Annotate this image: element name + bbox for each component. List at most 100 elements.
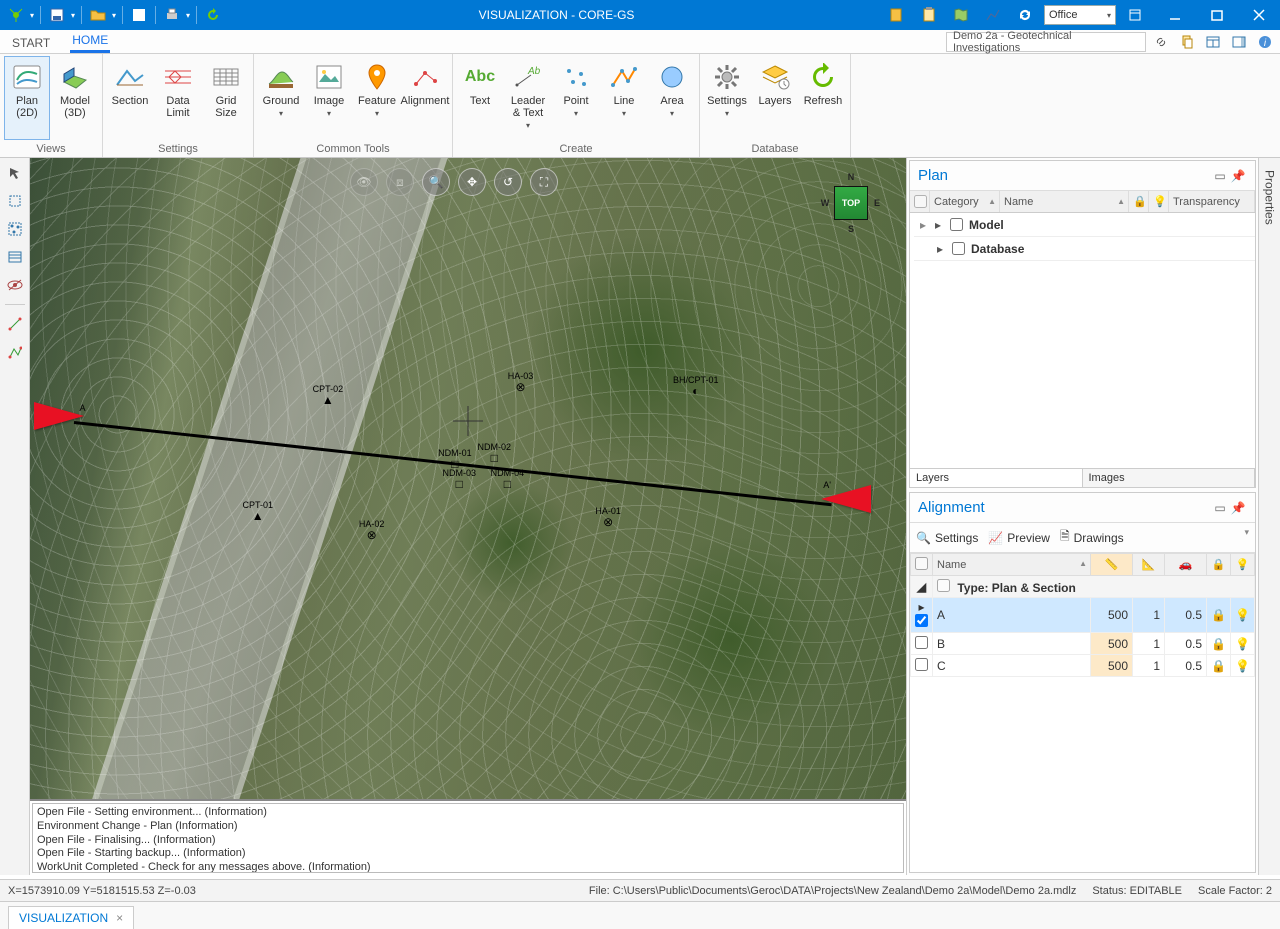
align-row-check[interactable]	[915, 614, 928, 627]
align-settings-button[interactable]: 🔍Settings	[916, 527, 978, 548]
project-location-field[interactable]: Demo 2a - Geotechnical Investigations	[946, 32, 1146, 52]
polyline-tool-icon[interactable]	[4, 341, 26, 363]
data-limit-button[interactable]: Data Limit	[155, 56, 201, 140]
align-preview-button[interactable]: 📈Preview	[988, 527, 1050, 548]
bulb-icon[interactable]: 💡	[1231, 655, 1255, 677]
doc-tab-visualization[interactable]: VISUALIZATION ×	[8, 906, 134, 929]
lock-icon[interactable]: 🔒	[1207, 655, 1231, 677]
alignment-button[interactable]: Alignment	[402, 56, 448, 140]
panel-pin-icon[interactable]: 📌	[1229, 499, 1247, 517]
plan-checkall[interactable]	[914, 195, 927, 208]
tab-home[interactable]: HOME	[70, 30, 110, 53]
plan-row-database[interactable]: ▸ Database	[914, 237, 1255, 261]
zoom-icon[interactable]: 🔍	[422, 168, 450, 196]
grid-size-button[interactable]: Grid Size	[203, 56, 249, 140]
area-button[interactable]: Area▾	[649, 56, 695, 140]
db-refresh-button[interactable]: Refresh	[800, 56, 846, 140]
undo-view-icon[interactable]: ↺	[494, 168, 522, 196]
plan-tab-images[interactable]: Images	[1083, 469, 1256, 487]
col-bulb-icon[interactable]: 💡	[1149, 191, 1169, 212]
bulb-icon[interactable]: 💡	[1231, 633, 1255, 655]
panel-restore-icon[interactable]: ▭	[1211, 167, 1229, 185]
plan-row-check[interactable]	[952, 242, 965, 255]
table-icon[interactable]	[4, 246, 26, 268]
align-row-check[interactable]	[915, 636, 928, 649]
image-button[interactable]: Image▾	[306, 56, 352, 140]
panel-icon[interactable]	[1228, 32, 1250, 52]
survey-marker[interactable]: HA-03⊗	[508, 371, 534, 393]
print-icon[interactable]	[162, 5, 182, 25]
ground-button[interactable]: Ground▾	[258, 56, 304, 140]
col-transparency[interactable]: Transparency	[1169, 191, 1255, 212]
stop-icon[interactable]	[129, 5, 149, 25]
fit-icon[interactable]: ⛶	[530, 168, 558, 196]
expand-icon[interactable]: ▸	[934, 242, 946, 256]
align-col-scale-icon[interactable]: 📏	[1091, 554, 1133, 576]
help-book-icon[interactable]	[884, 2, 910, 28]
save-icon[interactable]	[47, 5, 67, 25]
message-console[interactable]: Open File - Setting environment... (Info…	[32, 803, 904, 873]
leader-text-button[interactable]: Ab Leader & Text▾	[505, 56, 551, 140]
alignment-row[interactable]: ▸ A50010.5🔒💡	[911, 598, 1255, 633]
lock-icon[interactable]: 🔒	[1207, 598, 1231, 633]
bulb-icon[interactable]: 💡	[1231, 598, 1255, 633]
align-drawings-button[interactable]: 🗎Drawings	[1060, 527, 1124, 548]
line-button[interactable]: Line▾	[601, 56, 647, 140]
model-3d-button[interactable]: Model (3D)	[52, 56, 98, 140]
align-col-vehicle-icon[interactable]: 🚗	[1165, 554, 1207, 576]
db-settings-button[interactable]: Settings▾	[704, 56, 750, 140]
survey-marker[interactable]: NDM-04□	[491, 468, 525, 490]
align-col-bulb-icon[interactable]: 💡	[1231, 554, 1255, 576]
text-button[interactable]: Abc Text	[457, 56, 503, 140]
feature-button[interactable]: Feature▾	[354, 56, 400, 140]
app-icon[interactable]	[6, 5, 26, 25]
minimize-ribbon-icon[interactable]	[1122, 2, 1148, 28]
col-lock-icon[interactable]: 🔒	[1129, 191, 1149, 212]
point-button[interactable]: Point▾	[553, 56, 599, 140]
align-group-row[interactable]: ◢ Type: Plan & Section	[911, 576, 1255, 598]
close-icon[interactable]: ×	[116, 911, 123, 925]
zoom-window-icon[interactable]: ⧈	[386, 168, 414, 196]
window-close[interactable]	[1238, 0, 1280, 30]
lock-icon[interactable]: 🔒	[1207, 633, 1231, 655]
survey-marker[interactable]: HA-02⊗	[359, 519, 385, 541]
cursor-icon[interactable]	[4, 162, 26, 184]
expand-icon[interactable]: ▸	[932, 218, 944, 232]
line-tool-icon[interactable]	[4, 313, 26, 335]
map-icon[interactable]	[948, 2, 974, 28]
survey-marker[interactable]: NDM-02□	[478, 442, 512, 464]
window-maximize[interactable]	[1196, 0, 1238, 30]
info-icon[interactable]: i	[1254, 32, 1276, 52]
align-col-check[interactable]	[911, 554, 933, 576]
window-icon[interactable]	[1202, 32, 1224, 52]
align-toolbar-menu[interactable]: ▾	[1244, 527, 1249, 548]
compass-widget[interactable]: N W TOP E S	[816, 168, 886, 238]
plan-2d-button[interactable]: Plan (2D)	[4, 56, 50, 140]
panel-pin-icon[interactable]: 📌	[1229, 167, 1247, 185]
align-col-lock-icon[interactable]: 🔒	[1207, 554, 1231, 576]
view-eye-icon[interactable]: 👁	[350, 168, 378, 196]
compass-top[interactable]: TOP	[834, 186, 868, 220]
properties-side-tab[interactable]: Properties	[1258, 158, 1280, 875]
clipboard-icon[interactable]	[916, 2, 942, 28]
col-name[interactable]: Name▲	[1000, 191, 1129, 212]
survey-marker[interactable]: NDM-03□	[442, 468, 476, 490]
layers-button[interactable]: Layers	[752, 56, 798, 140]
col-category[interactable]: Category▲	[930, 191, 1000, 212]
plan-tab-layers[interactable]: Layers	[910, 469, 1083, 487]
copy-icon[interactable]	[1176, 32, 1198, 52]
tab-start[interactable]: START	[10, 33, 52, 53]
section-button[interactable]: Section	[107, 56, 153, 140]
panel-restore-icon[interactable]: ▭	[1211, 499, 1229, 517]
align-row-check[interactable]	[915, 658, 928, 671]
eye-off-icon[interactable]	[4, 274, 26, 296]
plan-row-check[interactable]	[950, 218, 963, 231]
survey-marker[interactable]: BH/CPT-01◐	[673, 375, 719, 397]
align-col-name[interactable]: Name▲	[933, 554, 1091, 576]
plan-viewport[interactable]: 👁 ⧈ 🔍 ✥ ↺ ⛶ N W TOP E S A A' CPT-	[30, 158, 906, 801]
chart-icon[interactable]	[980, 2, 1006, 28]
theme-dropdown[interactable]: Office▾	[1044, 5, 1116, 25]
align-col-ruler-icon[interactable]: 📐	[1133, 554, 1165, 576]
link-icon[interactable]	[1150, 32, 1172, 52]
sync-icon[interactable]	[1012, 2, 1038, 28]
